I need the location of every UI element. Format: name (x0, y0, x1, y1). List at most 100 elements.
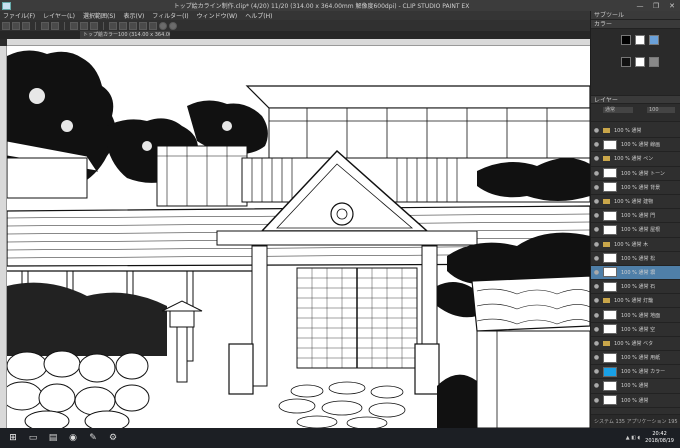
canvas-tab[interactable]: トップ絵カラー100 (314.00 x 364.00) (80, 31, 170, 39)
layer-row[interactable]: ● 100 % 通常 屋根 (591, 223, 680, 238)
eye-icon[interactable]: ● (593, 269, 600, 276)
minimize-button[interactable]: — (632, 0, 648, 11)
eye-icon[interactable]: ● (593, 226, 600, 233)
blend-mode-select[interactable]: 通常 (603, 107, 633, 113)
eye-icon[interactable]: ● (593, 212, 600, 219)
color-icon[interactable] (159, 21, 167, 30)
horizontal-ruler[interactable] (7, 39, 590, 46)
open-file-icon[interactable] (12, 21, 20, 30)
eye-icon[interactable]: ● (593, 241, 600, 248)
layer-row[interactable]: ● 100 % 通常 建物 (591, 194, 680, 210)
layer-row[interactable]: ● 100 % 通常 石 (591, 280, 680, 295)
sub-color-swatch[interactable] (635, 35, 645, 45)
menu-selection[interactable]: 選択範囲(S) (83, 11, 116, 20)
command-bar (0, 20, 590, 31)
swatch-black[interactable] (621, 57, 631, 67)
eye-icon[interactable]: ● (593, 170, 600, 177)
vertical-ruler[interactable] (0, 46, 7, 428)
drawing-canvas[interactable] (7, 46, 590, 428)
layer-row-selected[interactable]: ● 100 % 通常 塀 (591, 265, 680, 281)
layer-name: 100 % 通常 石 (621, 284, 656, 291)
eye-icon[interactable]: ● (593, 127, 600, 134)
show-selection-icon[interactable] (129, 21, 137, 30)
new-file-icon[interactable] (2, 21, 10, 30)
layer-name: 100 % 通常 背景 (621, 184, 661, 191)
layer-row[interactable]: ● 100 % 通常 カラー (591, 365, 680, 380)
eye-icon[interactable]: ● (593, 141, 600, 148)
redo-icon[interactable] (51, 21, 59, 30)
opacity-field[interactable]: 100 (647, 107, 675, 113)
menu-view[interactable]: 表示(V) (124, 11, 145, 20)
layer-row[interactable]: ● 100 % 通常 木 (591, 237, 680, 252)
layer-row[interactable]: ● 100 % 通常 門 (591, 209, 680, 224)
menu-filter[interactable]: フィルター(I) (152, 11, 188, 20)
main-color-swatch[interactable] (621, 35, 631, 45)
layer-row[interactable]: ● 100 % 通常 (591, 379, 680, 394)
layer-row[interactable]: ● 100 % 通常 用紙 (591, 351, 680, 366)
transparent-color-swatch[interactable] (649, 35, 659, 45)
folder-icon (603, 199, 610, 205)
subtool-panel-title[interactable]: サブツール (591, 11, 680, 20)
menu-file[interactable]: ファイル(F) (3, 11, 35, 20)
folder-icon (603, 298, 610, 304)
color-panel-title[interactable]: カラー (591, 20, 680, 29)
fill-icon[interactable] (80, 21, 88, 30)
menu-layer[interactable]: レイヤー(L) (43, 11, 75, 20)
invert-selection-icon[interactable] (119, 21, 127, 30)
display-icon[interactable] (169, 21, 177, 30)
layer-row[interactable]: ● 100 % 通常 ベタ (591, 336, 680, 351)
task-view-icon[interactable]: ▭ (25, 430, 41, 446)
snap-grid-icon[interactable] (149, 21, 157, 30)
color-panel[interactable] (591, 29, 680, 95)
settings-icon[interactable]: ⚙ (105, 430, 121, 446)
paint-app-icon[interactable]: ✎ (85, 430, 101, 446)
eye-icon[interactable]: ● (593, 397, 600, 404)
snap-ruler-icon[interactable] (139, 21, 147, 30)
eye-icon[interactable]: ● (593, 255, 600, 262)
layer-row[interactable]: ● 100 % 通常 トーン (591, 166, 680, 181)
eye-icon[interactable]: ● (593, 155, 600, 162)
tray-icons[interactable]: ▲ ◧ ◖ (626, 435, 640, 441)
save-icon[interactable] (22, 21, 30, 30)
eye-icon[interactable]: ● (593, 382, 600, 389)
transform-icon[interactable] (90, 21, 98, 30)
eye-icon[interactable]: ● (593, 326, 600, 333)
eye-icon[interactable]: ● (593, 312, 600, 319)
eye-icon[interactable]: ● (593, 354, 600, 361)
deselect-icon[interactable] (109, 21, 117, 30)
layer-row[interactable]: ● 100 % 通常 (591, 124, 680, 139)
menu-help[interactable]: ヘルプ(H) (245, 11, 272, 20)
layer-row[interactable]: ● 100 % 通常 線画 (591, 138, 680, 153)
layer-row[interactable]: ● 100 % 通常 松 (591, 251, 680, 266)
clear-icon[interactable] (70, 21, 78, 30)
undo-icon[interactable] (41, 21, 49, 30)
layer-name: 100 % 通常 屋根 (621, 227, 661, 234)
browser-icon[interactable]: ◉ (65, 430, 81, 446)
windows-start-icon[interactable]: ⊞ (5, 430, 21, 446)
layer-name: 100 % 通常 灯籠 (614, 298, 654, 305)
layer-name: 100 % 通常 塀 (621, 269, 656, 276)
layer-row[interactable]: ● 100 % 通常 地面 (591, 308, 680, 323)
layer-row[interactable]: ● 100 % 通常 (591, 393, 680, 408)
layer-panel-title[interactable]: レイヤー (591, 95, 680, 104)
layer-name: 100 % 通常 (621, 397, 649, 404)
explorer-icon[interactable]: ▤ (45, 430, 61, 446)
maximize-button[interactable]: ❐ (648, 0, 664, 11)
close-button[interactable]: ✕ (664, 0, 680, 11)
eye-icon[interactable]: ● (593, 340, 600, 347)
layer-thumbnail (603, 139, 617, 150)
layer-row[interactable]: ● 100 % 通常 空 (591, 322, 680, 337)
layer-row[interactable]: ● 100 % 通常 背景 (591, 180, 680, 195)
eye-icon[interactable]: ● (593, 297, 600, 304)
eye-icon[interactable]: ● (593, 283, 600, 290)
swatch-gray[interactable] (649, 57, 659, 67)
layer-thumbnail (603, 366, 617, 377)
eye-icon[interactable]: ● (593, 198, 600, 205)
eye-icon[interactable]: ● (593, 368, 600, 375)
system-clock[interactable]: 20:42 2018/08/19 (645, 431, 674, 445)
layer-row[interactable]: ● 100 % 通常 ペン (591, 152, 680, 167)
swatch-white[interactable] (635, 57, 645, 67)
eye-icon[interactable]: ● (593, 184, 600, 191)
menu-window[interactable]: ウィンドウ(W) (197, 11, 238, 20)
layer-row[interactable]: ● 100 % 通常 灯籠 (591, 294, 680, 309)
